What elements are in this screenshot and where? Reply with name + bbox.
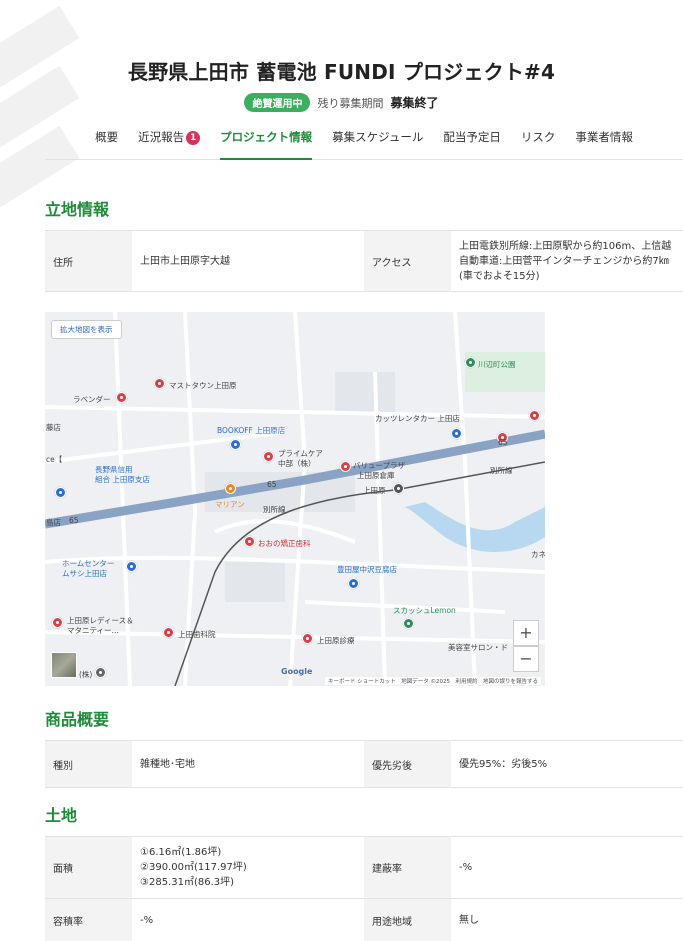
store-pin-icon[interactable] xyxy=(348,578,359,589)
map-label: 上田歯科院 xyxy=(178,630,216,639)
clinic-pin-icon[interactable] xyxy=(302,633,313,644)
tab-schedule[interactable]: 募集スケジュール xyxy=(332,120,423,160)
area-label: 面積 xyxy=(45,837,132,898)
map-label: スカッシュLemon xyxy=(393,606,456,615)
zoom-in-button[interactable]: + xyxy=(513,620,539,646)
tab-dividend-dates[interactable]: 配当予定日 xyxy=(443,120,501,160)
shop-pin-icon[interactable] xyxy=(263,451,274,462)
status-row: 絶賛運用中 残り募集期間 募集終了 xyxy=(0,93,683,112)
map-label: カッツレンタカー 上田店 xyxy=(375,414,460,423)
clinic-pin-icon[interactable] xyxy=(244,536,255,547)
food-pin-icon[interactable] xyxy=(225,483,236,494)
map-label: 上田原診療 xyxy=(317,636,355,645)
map-label: おおの矯正歯科 xyxy=(258,539,311,548)
tab-overview[interactable]: 概要 xyxy=(95,120,118,160)
zoom-out-button[interactable]: − xyxy=(513,646,539,672)
location-table: 住所 上田市上田原字大越 アクセス 上田電鉄別所線:上田原駅から約106m、上信… xyxy=(45,230,683,292)
far-value: -% xyxy=(140,914,154,926)
tab-bar: 概要 近況報告 1 プロジェクト情報 募集スケジュール 配当予定日 リスク 事業者… xyxy=(45,120,683,160)
type-value: 雑種地･宅地 xyxy=(140,758,195,770)
map-label: カネ xyxy=(531,550,545,559)
period-label: 残り募集期間 xyxy=(317,96,384,110)
map-label: マタニティー… xyxy=(67,626,120,635)
map-attribution[interactable]: キーボード ショートカット 地図データ ©2025 利用規約 地図の誤りを報告す… xyxy=(325,677,541,685)
area-value: ①6.16㎡(1.86坪) ②390.00㎡(117.97坪) ③285.31㎡… xyxy=(132,837,364,898)
table-row: 種別 雑種地･宅地 優先劣後 優先95%：劣後5% xyxy=(45,741,683,787)
tab-operator-info[interactable]: 事業者情報 xyxy=(575,120,633,160)
map-canvas xyxy=(45,312,545,686)
map-label: 中部（株） xyxy=(278,459,316,468)
map-label: BOOKOFF 上田原店 xyxy=(217,426,286,435)
embedded-map[interactable]: 拡大地図を表示 川辺町公園 マストタウン上田原 ラベンダー カッツレンタカー 上… xyxy=(45,312,545,686)
shop-pin-icon[interactable] xyxy=(116,392,127,403)
map-label: ce【 xyxy=(46,455,63,464)
section-title-location: 立地情報 xyxy=(45,200,110,219)
map-label: マストタウン上田原 xyxy=(169,381,237,390)
product-table: 種別 雑種地･宅地 優先劣後 優先95%：劣後5% xyxy=(45,740,683,788)
far-label: 容積率 xyxy=(45,899,132,941)
priority-value: 優先95%：劣後5% xyxy=(459,758,548,770)
bank-pin-icon[interactable] xyxy=(55,487,66,498)
access-label: アクセス xyxy=(364,231,451,291)
section-title-land: 土地 xyxy=(45,806,78,825)
shop-pin-icon[interactable] xyxy=(403,618,414,629)
map-label: 上田原倉庫 xyxy=(357,471,395,480)
clinic-pin-icon[interactable] xyxy=(52,617,63,628)
company-pin-icon[interactable] xyxy=(95,667,106,678)
map-label: 美容室サロン・ド xyxy=(448,643,508,652)
google-logo: Google xyxy=(281,667,313,676)
tab-updates[interactable]: 近況報告 1 xyxy=(138,120,201,160)
map-label: 65 xyxy=(267,480,277,489)
map-label: 上田原 xyxy=(363,486,386,495)
access-value: 上田電鉄別所線:上田原駅から約106m、上信越自動車道:上田菅平インターチェンジ… xyxy=(459,240,672,282)
satellite-toggle-button[interactable] xyxy=(51,652,77,678)
status-badge: 絶賛運用中 xyxy=(244,93,311,112)
shop-pin-icon[interactable] xyxy=(340,461,351,472)
address-value: 上田市上田原字大越 xyxy=(140,255,230,267)
type-label: 種別 xyxy=(45,741,132,787)
park-pin-icon[interactable] xyxy=(465,357,476,368)
zoning-value: 無し xyxy=(459,914,479,926)
map-label: 65 xyxy=(69,516,79,525)
map-label: マリアン xyxy=(215,500,245,509)
map-label: 65 xyxy=(498,438,508,447)
shop-pin-icon[interactable] xyxy=(529,410,540,421)
period-value: 募集終了 xyxy=(390,96,439,110)
land-table: 面積 ①6.16㎡(1.86坪) ②390.00㎡(117.97坪) ③285.… xyxy=(45,836,683,941)
store-pin-icon[interactable] xyxy=(126,561,137,572)
section-title-product: 商品概要 xyxy=(45,710,110,729)
store-pin-icon[interactable] xyxy=(451,428,462,439)
table-row: 住所 上田市上田原字大越 アクセス 上田電鉄別所線:上田原駅から約106m、上信… xyxy=(45,231,683,291)
page-title: 長野県上田市 蓄電池 FUNDI プロジェクト#4 xyxy=(127,60,556,84)
expand-map-button[interactable]: 拡大地図を表示 xyxy=(51,320,122,339)
project-header: 長野県上田市 蓄電池 FUNDI プロジェクト#4 絶賛運用中 残り募集期間 募… xyxy=(0,56,683,112)
shop-pin-icon[interactable] xyxy=(154,378,165,389)
map-label: (株) xyxy=(79,670,93,679)
priority-label: 優先劣後 xyxy=(364,741,451,787)
map-label: 川辺町公園 xyxy=(478,360,516,369)
map-label: 組合 上田原支店 xyxy=(95,475,150,484)
map-label: 別所線 xyxy=(490,466,513,475)
tab-risk[interactable]: リスク xyxy=(521,120,556,160)
area-line: ①6.16㎡(1.86坪) xyxy=(140,847,222,858)
tab-project-info[interactable]: プロジェクト情報 xyxy=(220,120,313,160)
map-label: 藤店 xyxy=(46,423,61,432)
table-row: 面積 ①6.16㎡(1.86坪) ②390.00㎡(117.97坪) ③285.… xyxy=(45,837,683,899)
zoning-label: 用途地域 xyxy=(364,899,451,941)
address-label: 住所 xyxy=(45,231,132,291)
map-label: 豊田屋中沢豆腐店 xyxy=(337,565,397,574)
station-pin-icon[interactable] xyxy=(393,483,404,494)
store-pin-icon[interactable] xyxy=(230,439,241,450)
clinic-pin-icon[interactable] xyxy=(163,627,174,638)
map-label: ムサシ上田店 xyxy=(62,569,107,578)
map-label: ラベンダー xyxy=(73,395,111,404)
area-line: ③285.31㎡(86.3坪) xyxy=(140,877,235,888)
notification-badge: 1 xyxy=(186,131,201,145)
coverage-value: -% xyxy=(459,862,473,873)
table-row: 容積率 -% 用途地域 無し xyxy=(45,899,683,941)
coverage-label: 建蔽率 xyxy=(364,837,451,898)
map-label: 島店 xyxy=(46,518,61,527)
area-line: ②390.00㎡(117.97坪) xyxy=(140,862,247,873)
map-label: 別所線 xyxy=(263,505,286,514)
